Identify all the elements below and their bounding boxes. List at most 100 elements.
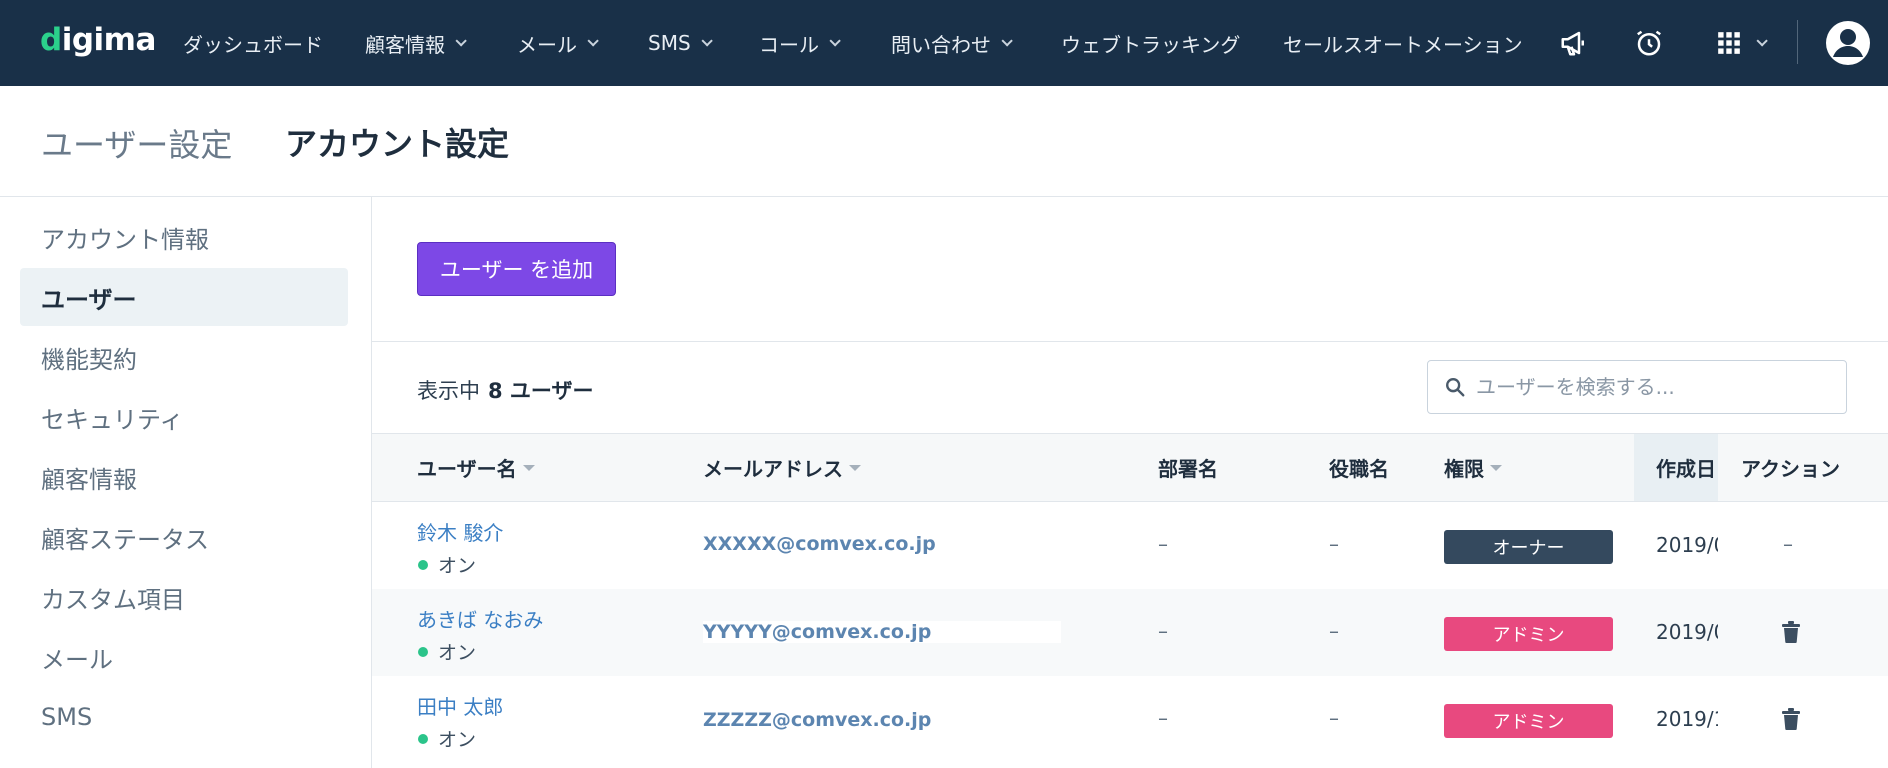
nav-item-label: 問い合わせ <box>891 32 991 57</box>
chevron-down-icon <box>829 35 841 47</box>
department-value: – <box>1158 706 1168 730</box>
sidebar-item-security[interactable]: セキュリティ <box>20 388 348 446</box>
breadcrumb-user-settings[interactable]: ユーザー設定 <box>41 120 232 166</box>
user-email: YYYYY@comvex.co.jp <box>703 621 1062 643</box>
chevron-down-icon <box>1756 35 1768 47</box>
status-label: オン <box>438 729 477 751</box>
user-email: ZZZZZ@comvex.co.jp <box>703 709 932 731</box>
table-row: 田中 太郎 オン ZZZZZ@comvex.co.jp – – アドミン 201… <box>372 676 1888 763</box>
created-date: 2019/0 <box>1656 620 1718 644</box>
sidebar-item-label: カスタム項目 <box>41 585 185 614</box>
top-navigation-bar: ddigimaigima ダッシュボード 顧客情報 メール SMS コール 問い… <box>0 0 1888 86</box>
user-name-link[interactable]: 鈴木 駿介 <box>417 517 503 546</box>
status-label: オン <box>438 555 477 577</box>
department-value: – <box>1158 532 1168 556</box>
user-count-value: 8 ユーザー <box>488 379 594 403</box>
search-icon <box>1444 376 1466 402</box>
sidebar-item-mail[interactable]: メール <box>20 628 348 686</box>
trash-icon[interactable] <box>1782 708 1800 734</box>
nav-divider <box>1797 20 1798 64</box>
nav-item-sms[interactable]: SMS <box>648 0 713 86</box>
sidebar-item-label: 顧客情報 <box>41 465 137 494</box>
nav-item-label: SMS <box>648 31 691 55</box>
nav-item-label: 顧客情報 <box>365 32 445 57</box>
nav-item-label: ウェブトラッキング <box>1061 32 1241 57</box>
nav-item-label: セールスオートメーション <box>1283 32 1523 57</box>
alarm-clock-icon[interactable] <box>1630 24 1668 62</box>
nav-item-label: ダッシュボード <box>183 32 323 57</box>
role-badge-admin: アドミン <box>1444 617 1613 651</box>
sidebar-item-label: ユーザー <box>41 285 137 314</box>
user-name-link[interactable]: 田中 太郎 <box>417 691 503 720</box>
nav-item-call[interactable]: コール <box>759 0 841 86</box>
user-status: オン <box>418 638 476 665</box>
column-header-action: アクション <box>1741 457 1840 481</box>
position-value: – <box>1329 532 1339 556</box>
chevron-down-icon <box>455 35 467 47</box>
sidebar-item-label: 顧客ステータス <box>41 525 209 554</box>
column-header-role[interactable]: 権限 <box>1444 434 1502 501</box>
column-header-username[interactable]: ユーザー名 <box>417 434 535 501</box>
role-badge-owner: オーナー <box>1444 530 1613 564</box>
sidebar-item-custom-fields[interactable]: カスタム項目 <box>20 568 348 626</box>
table-header: ユーザー名 メールアドレス 部署名 役職名 権限 作成日 アクション <box>372 433 1888 502</box>
sort-caret-icon <box>849 464 861 471</box>
divider <box>372 341 1888 342</box>
sidebar-item-users[interactable]: ユーザー <box>20 268 348 326</box>
user-count-label: 表示中 <box>417 379 480 403</box>
user-status: オン <box>418 725 476 752</box>
action-none: – <box>1783 532 1793 556</box>
sort-caret-icon <box>522 464 535 471</box>
nav-item-mail[interactable]: メール <box>517 0 599 86</box>
chevron-down-icon <box>587 35 599 47</box>
column-header-label: メールアドレス <box>703 457 843 481</box>
nav-item-dashboard[interactable]: ダッシュボード <box>183 0 323 86</box>
megaphone-icon[interactable] <box>1555 24 1593 62</box>
sidebar-item-label: セキュリティ <box>41 405 184 434</box>
chevron-down-icon <box>701 35 713 47</box>
chevron-down-icon <box>1001 35 1013 47</box>
position-value: – <box>1329 619 1339 643</box>
sidebar-item-contracts[interactable]: 機能契約 <box>20 328 348 386</box>
sidebar-item-customer-status[interactable]: 顧客ステータス <box>20 508 348 566</box>
table-row: あきば なおみ オン YYYYY@comvex.co.jp – – アドミン 2… <box>372 589 1888 676</box>
user-name-link[interactable]: あきば なおみ <box>417 604 543 633</box>
status-dot-icon <box>418 733 428 744</box>
status-dot-icon <box>418 646 428 657</box>
user-count: 表示中 8 ユーザー <box>417 375 594 405</box>
sidebar-item-sms[interactable]: SMS <box>20 688 348 746</box>
nav-item-customer-info[interactable]: 顧客情報 <box>365 0 467 86</box>
sidebar-item-label: SMS <box>41 703 93 731</box>
status-dot-icon <box>418 559 428 570</box>
column-header-label: ユーザー名 <box>417 457 517 481</box>
column-header-created[interactable]: 作成日 <box>1656 434 1716 501</box>
nav-item-inquiry[interactable]: 問い合わせ <box>891 0 1013 86</box>
sidebar-item-label: メール <box>41 645 113 674</box>
avatar-icon[interactable] <box>1818 21 1878 65</box>
nav-item-label: メール <box>517 32 577 57</box>
page-header: ユーザー設定 アカウント設定 <box>0 86 1888 197</box>
column-header-position: 役職名 <box>1329 457 1389 481</box>
column-header-email[interactable]: メールアドレス <box>703 434 861 501</box>
sidebar-item-customer-info[interactable]: 顧客情報 <box>20 448 348 506</box>
trash-icon[interactable] <box>1782 621 1800 647</box>
add-user-button[interactable]: ユーザー を追加 <box>417 242 616 296</box>
nav-item-sales-automation[interactable]: セールスオートメーション <box>1283 0 1523 86</box>
table-row: 鈴木 駿介 オン XXXXX@comvex.co.jp – – オーナー 201… <box>372 502 1888 589</box>
role-badge-admin: アドミン <box>1444 704 1613 738</box>
search-input[interactable] <box>1476 371 1831 403</box>
sort-caret-icon <box>1490 464 1502 471</box>
user-status: オン <box>418 551 476 578</box>
apps-grid-icon[interactable] <box>1710 24 1770 62</box>
user-search-box <box>1427 360 1847 414</box>
user-email: XXXXX@comvex.co.jp <box>703 533 936 555</box>
nav-item-web-tracking[interactable]: ウェブトラッキング <box>1061 0 1240 86</box>
department-value: – <box>1158 619 1168 643</box>
sidebar-item-account-info[interactable]: アカウント情報 <box>20 208 348 266</box>
digima-logo[interactable]: ddigimaigima <box>40 22 156 58</box>
column-header-department: 部署名 <box>1158 457 1218 481</box>
created-date: 2019/0 <box>1656 533 1718 557</box>
created-date: 2019/1 <box>1656 707 1718 731</box>
status-label: オン <box>438 642 477 664</box>
sidebar-item-label: 機能契約 <box>41 345 137 374</box>
